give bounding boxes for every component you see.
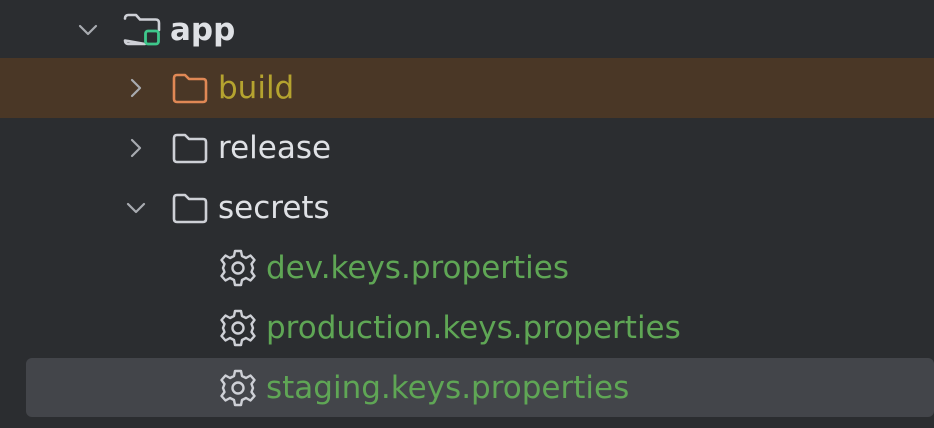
gear-icon [220,249,256,287]
chevron-down-icon[interactable] [76,18,100,42]
tree-file-production-keys[interactable]: production.keys.properties [0,298,934,358]
tree-file-label: staging.keys.properties [266,370,630,406]
module-folder-icon [123,13,161,46]
project-tree: app build release secrets dev.keys.prope… [0,0,934,428]
tree-node-release[interactable]: release [0,118,934,178]
gear-icon [220,309,256,347]
tree-node-label: app [170,12,236,48]
chevron-right-icon[interactable] [124,136,148,160]
tree-node-label: build [218,70,295,106]
excluded-folder-icon [172,73,208,104]
tree-node-build[interactable]: build [0,58,934,118]
tree-node-app[interactable]: app [0,0,934,60]
tree-node-label: secrets [218,190,330,226]
chevron-down-icon[interactable] [124,196,148,220]
folder-icon [172,193,208,224]
folder-icon [172,133,208,164]
tree-file-staging-keys[interactable]: staging.keys.properties [26,358,934,417]
gear-icon [220,369,256,407]
tree-node-label: release [218,130,332,166]
tree-file-dev-keys[interactable]: dev.keys.properties [0,238,934,298]
tree-file-label: production.keys.properties [266,310,681,346]
tree-node-secrets[interactable]: secrets [0,178,934,238]
tree-file-label: dev.keys.properties [266,250,570,286]
chevron-right-icon[interactable] [124,76,148,100]
